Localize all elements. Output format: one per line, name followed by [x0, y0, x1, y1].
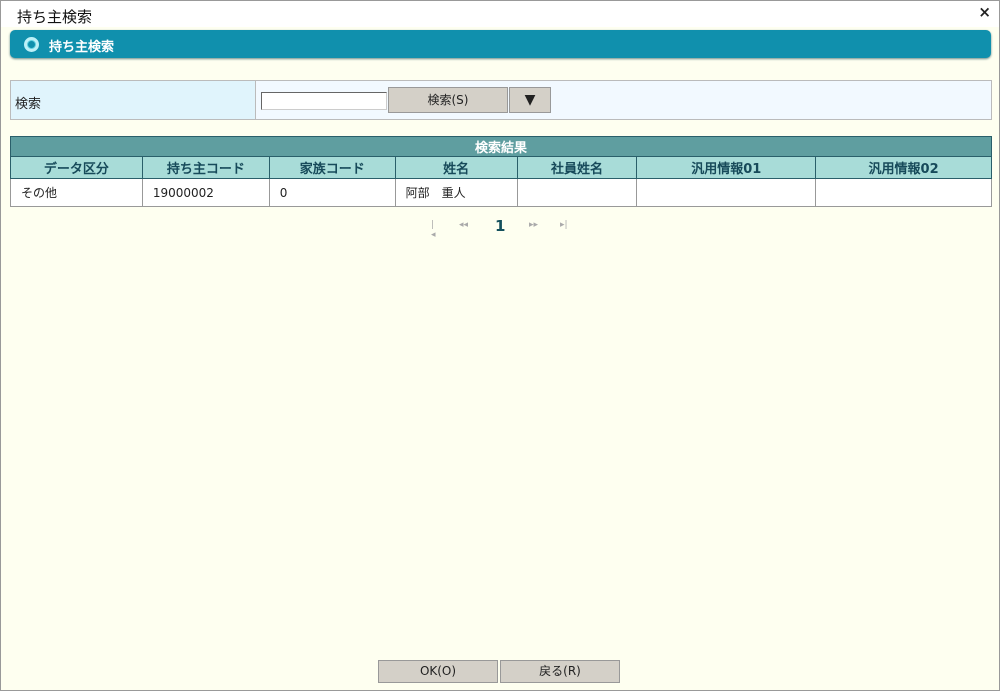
column-header[interactable]: 汎用情報01: [636, 156, 817, 179]
last-page-icon[interactable]: ▸|: [560, 220, 568, 230]
column-header[interactable]: 持ち主コード: [141, 156, 270, 179]
search-label: 検索: [11, 81, 256, 119]
window-title: 持ち主検索: [17, 8, 93, 26]
cell[interactable]: 阿部 重人: [394, 178, 518, 207]
column-header[interactable]: 家族コード: [268, 156, 396, 179]
search-button[interactable]: 検索(S): [388, 87, 508, 113]
prev-page-icon[interactable]: ◂◂: [459, 220, 468, 230]
next-page-icon[interactable]: ▸▸: [529, 220, 538, 230]
back-button[interactable]: 戻る(R): [500, 660, 620, 683]
cell[interactable]: [516, 178, 638, 207]
column-header[interactable]: データ区分: [10, 156, 143, 179]
column-header[interactable]: 姓名: [394, 156, 518, 179]
cell[interactable]: 19000002: [141, 178, 270, 207]
column-header[interactable]: 社員姓名: [516, 156, 638, 179]
results-caption: 検索結果: [10, 136, 992, 157]
dropdown-toggle-icon[interactable]: ▼: [509, 87, 551, 113]
cell[interactable]: その他: [10, 178, 143, 207]
cell[interactable]: [636, 178, 817, 207]
current-page[interactable]: 1: [495, 217, 505, 235]
title-bar: 持ち主検索 ×: [1, 1, 999, 27]
search-input[interactable]: [261, 92, 387, 110]
cell[interactable]: [815, 178, 992, 207]
results-table: 検索結果 データ区分 持ち主コード 家族コード 姓名 社員姓名 汎用情報01 汎…: [10, 136, 992, 207]
cell[interactable]: 0: [268, 178, 396, 207]
section-title: 持ち主検索: [49, 40, 115, 55]
table-row[interactable]: その他 19000002 0 阿部 重人: [10, 178, 992, 207]
circle-icon: [24, 37, 39, 52]
first-page-icon[interactable]: |◂: [431, 220, 436, 240]
ok-button[interactable]: OK(O): [378, 660, 498, 683]
column-header[interactable]: 汎用情報02: [815, 156, 992, 179]
section-header: 持ち主検索: [10, 30, 991, 58]
search-row: 検索 検索(S) ▼: [10, 80, 992, 120]
close-icon[interactable]: ×: [978, 3, 991, 21]
